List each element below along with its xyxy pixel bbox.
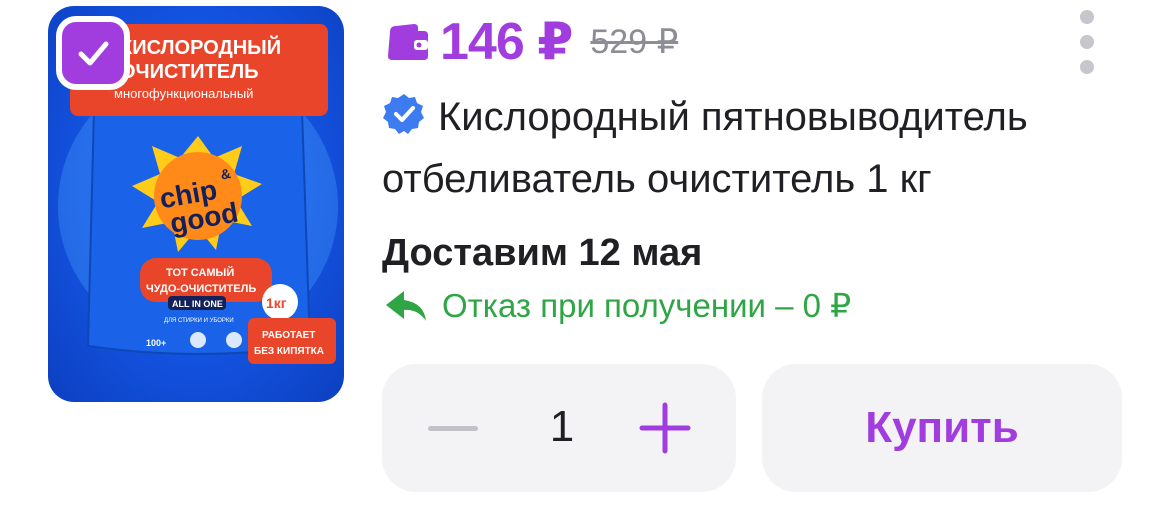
product-title-row[interactable]: Кислородный пятновыводитель отбеливатель… bbox=[382, 86, 1142, 210]
verified-badge-icon bbox=[383, 94, 424, 134]
return-arrow-icon bbox=[386, 290, 426, 321]
price-old: 529 ₽ bbox=[590, 23, 679, 61]
all-in-one-badge: ALL IN ONE bbox=[172, 299, 223, 309]
more-vertical-icon bbox=[1080, 10, 1094, 24]
no-boil-line2: БЕЗ КИПЯТКА bbox=[254, 346, 324, 357]
slogan-line1: ТОТ САМЫЙ bbox=[166, 266, 234, 279]
weight-badge: 1кг bbox=[266, 295, 287, 311]
price-current: 146 ₽ bbox=[440, 13, 573, 71]
decrease-quantity-button[interactable] bbox=[426, 401, 480, 455]
return-policy[interactable]: Отказ при получении – 0 ₽ bbox=[384, 286, 851, 325]
uses-count: 100+ bbox=[146, 338, 166, 348]
banner-line3: многофункциональный bbox=[114, 86, 253, 101]
quantity-value: 1 bbox=[549, 402, 575, 451]
plus-icon[interactable] bbox=[638, 401, 692, 455]
buy-button[interactable]: Купить bbox=[762, 364, 1122, 492]
minus-icon bbox=[428, 425, 478, 431]
check-icon bbox=[78, 41, 109, 66]
banner-line2: ОЧИСТИТЕЛЬ bbox=[120, 61, 259, 83]
price-row: 146 ₽ 529 ₽ bbox=[384, 12, 678, 72]
quantity-stepper: 1 bbox=[382, 364, 736, 492]
select-checkbox[interactable] bbox=[56, 16, 130, 90]
no-boil-line1: РАБОТАЕТ bbox=[262, 330, 315, 341]
more-options-button[interactable] bbox=[1066, 6, 1108, 78]
return-policy-text: Отказ при получении – 0 ₽ bbox=[442, 287, 852, 324]
delivery-date: Доставим 12 мая bbox=[382, 232, 703, 274]
wallet-icon bbox=[388, 24, 428, 60]
sub-text: ДЛЯ СТИРКИ И УБОРКИ bbox=[164, 318, 234, 324]
product-title: Кислородный пятновыводитель отбеливатель… bbox=[382, 95, 1028, 201]
slogan-line2: ЧУДО-ОЧИСТИТЕЛЬ bbox=[146, 283, 256, 295]
banner-line1: КИСЛОРОДНЫЙ bbox=[120, 35, 281, 59]
